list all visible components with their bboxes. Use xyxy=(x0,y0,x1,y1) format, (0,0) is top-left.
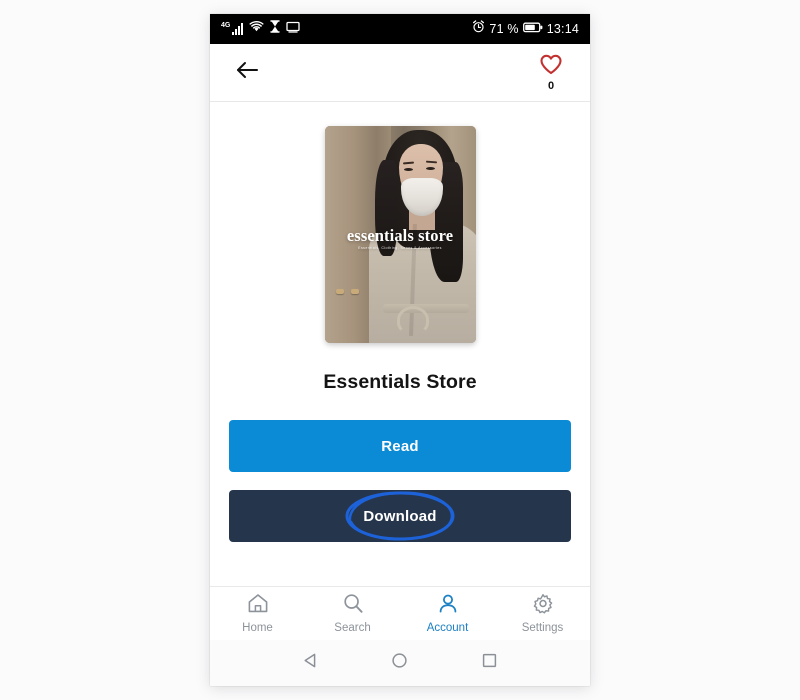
tab-account[interactable]: Account xyxy=(400,593,495,634)
favorite-button[interactable]: 0 xyxy=(534,54,568,92)
person-icon xyxy=(437,593,459,619)
tab-settings-label: Settings xyxy=(521,622,564,634)
phone-frame: 4G 71 % 13:14 0 essentials store Essenti… xyxy=(210,14,590,686)
network-type-label: 4G xyxy=(221,22,231,29)
tab-home-label: Home xyxy=(242,622,273,634)
triangle-back-icon xyxy=(302,652,319,674)
heart-outline-icon xyxy=(539,54,563,80)
clock-label: 13:14 xyxy=(546,22,579,36)
tab-account-label: Account xyxy=(426,622,469,634)
app-bar: 0 xyxy=(210,44,590,102)
cover-eye xyxy=(403,168,413,171)
gear-icon xyxy=(532,593,554,619)
tab-search[interactable]: Search xyxy=(305,593,400,634)
status-bar-left: 4G xyxy=(221,20,300,38)
hourglass-icon xyxy=(270,20,281,38)
read-button[interactable]: Read xyxy=(229,420,571,472)
bottom-tab-bar: Home Search Account Settings xyxy=(210,586,590,640)
monitor-icon xyxy=(286,20,300,38)
back-button[interactable] xyxy=(232,58,262,88)
download-button-wrapper: Download xyxy=(229,490,571,542)
android-nav-bar xyxy=(210,640,590,686)
tab-settings[interactable]: Settings xyxy=(495,593,590,634)
cover-door-knob xyxy=(350,289,359,294)
download-button[interactable]: Download xyxy=(229,490,571,542)
tab-home[interactable]: Home xyxy=(210,593,305,634)
signal-bars-icon: 4G xyxy=(221,22,244,35)
nav-back-button[interactable] xyxy=(294,646,328,680)
cover-door-knob xyxy=(335,289,344,294)
search-icon xyxy=(342,593,364,619)
cover-title: essentials store xyxy=(346,226,454,245)
square-recents-icon xyxy=(481,652,498,674)
favorite-count: 0 xyxy=(547,80,555,92)
book-cover[interactable]: essentials store Essentials, Clothing, S… xyxy=(324,126,476,343)
status-bar-right: 71 % 13:14 xyxy=(472,20,579,38)
arrow-left-icon xyxy=(235,60,259,85)
battery-percent-label: 71 % xyxy=(489,22,519,36)
content-area: essentials store Essentials, Clothing, S… xyxy=(210,102,590,586)
cover-eye xyxy=(425,167,435,170)
status-bar: 4G 71 % 13:14 xyxy=(210,14,590,44)
page-title: Essentials Store xyxy=(323,371,477,393)
home-icon xyxy=(247,593,269,619)
battery-icon xyxy=(522,20,543,38)
circle-home-icon xyxy=(391,652,408,674)
wifi-icon xyxy=(249,20,264,38)
alarm-clock-icon xyxy=(472,20,485,38)
nav-home-button[interactable] xyxy=(383,646,417,680)
cover-bow xyxy=(396,306,429,334)
cover-subtitle: Essentials, Clothing, Shoes & Accessorie… xyxy=(358,246,442,250)
nav-recents-button[interactable] xyxy=(472,646,506,680)
tab-search-label: Search xyxy=(334,622,371,634)
